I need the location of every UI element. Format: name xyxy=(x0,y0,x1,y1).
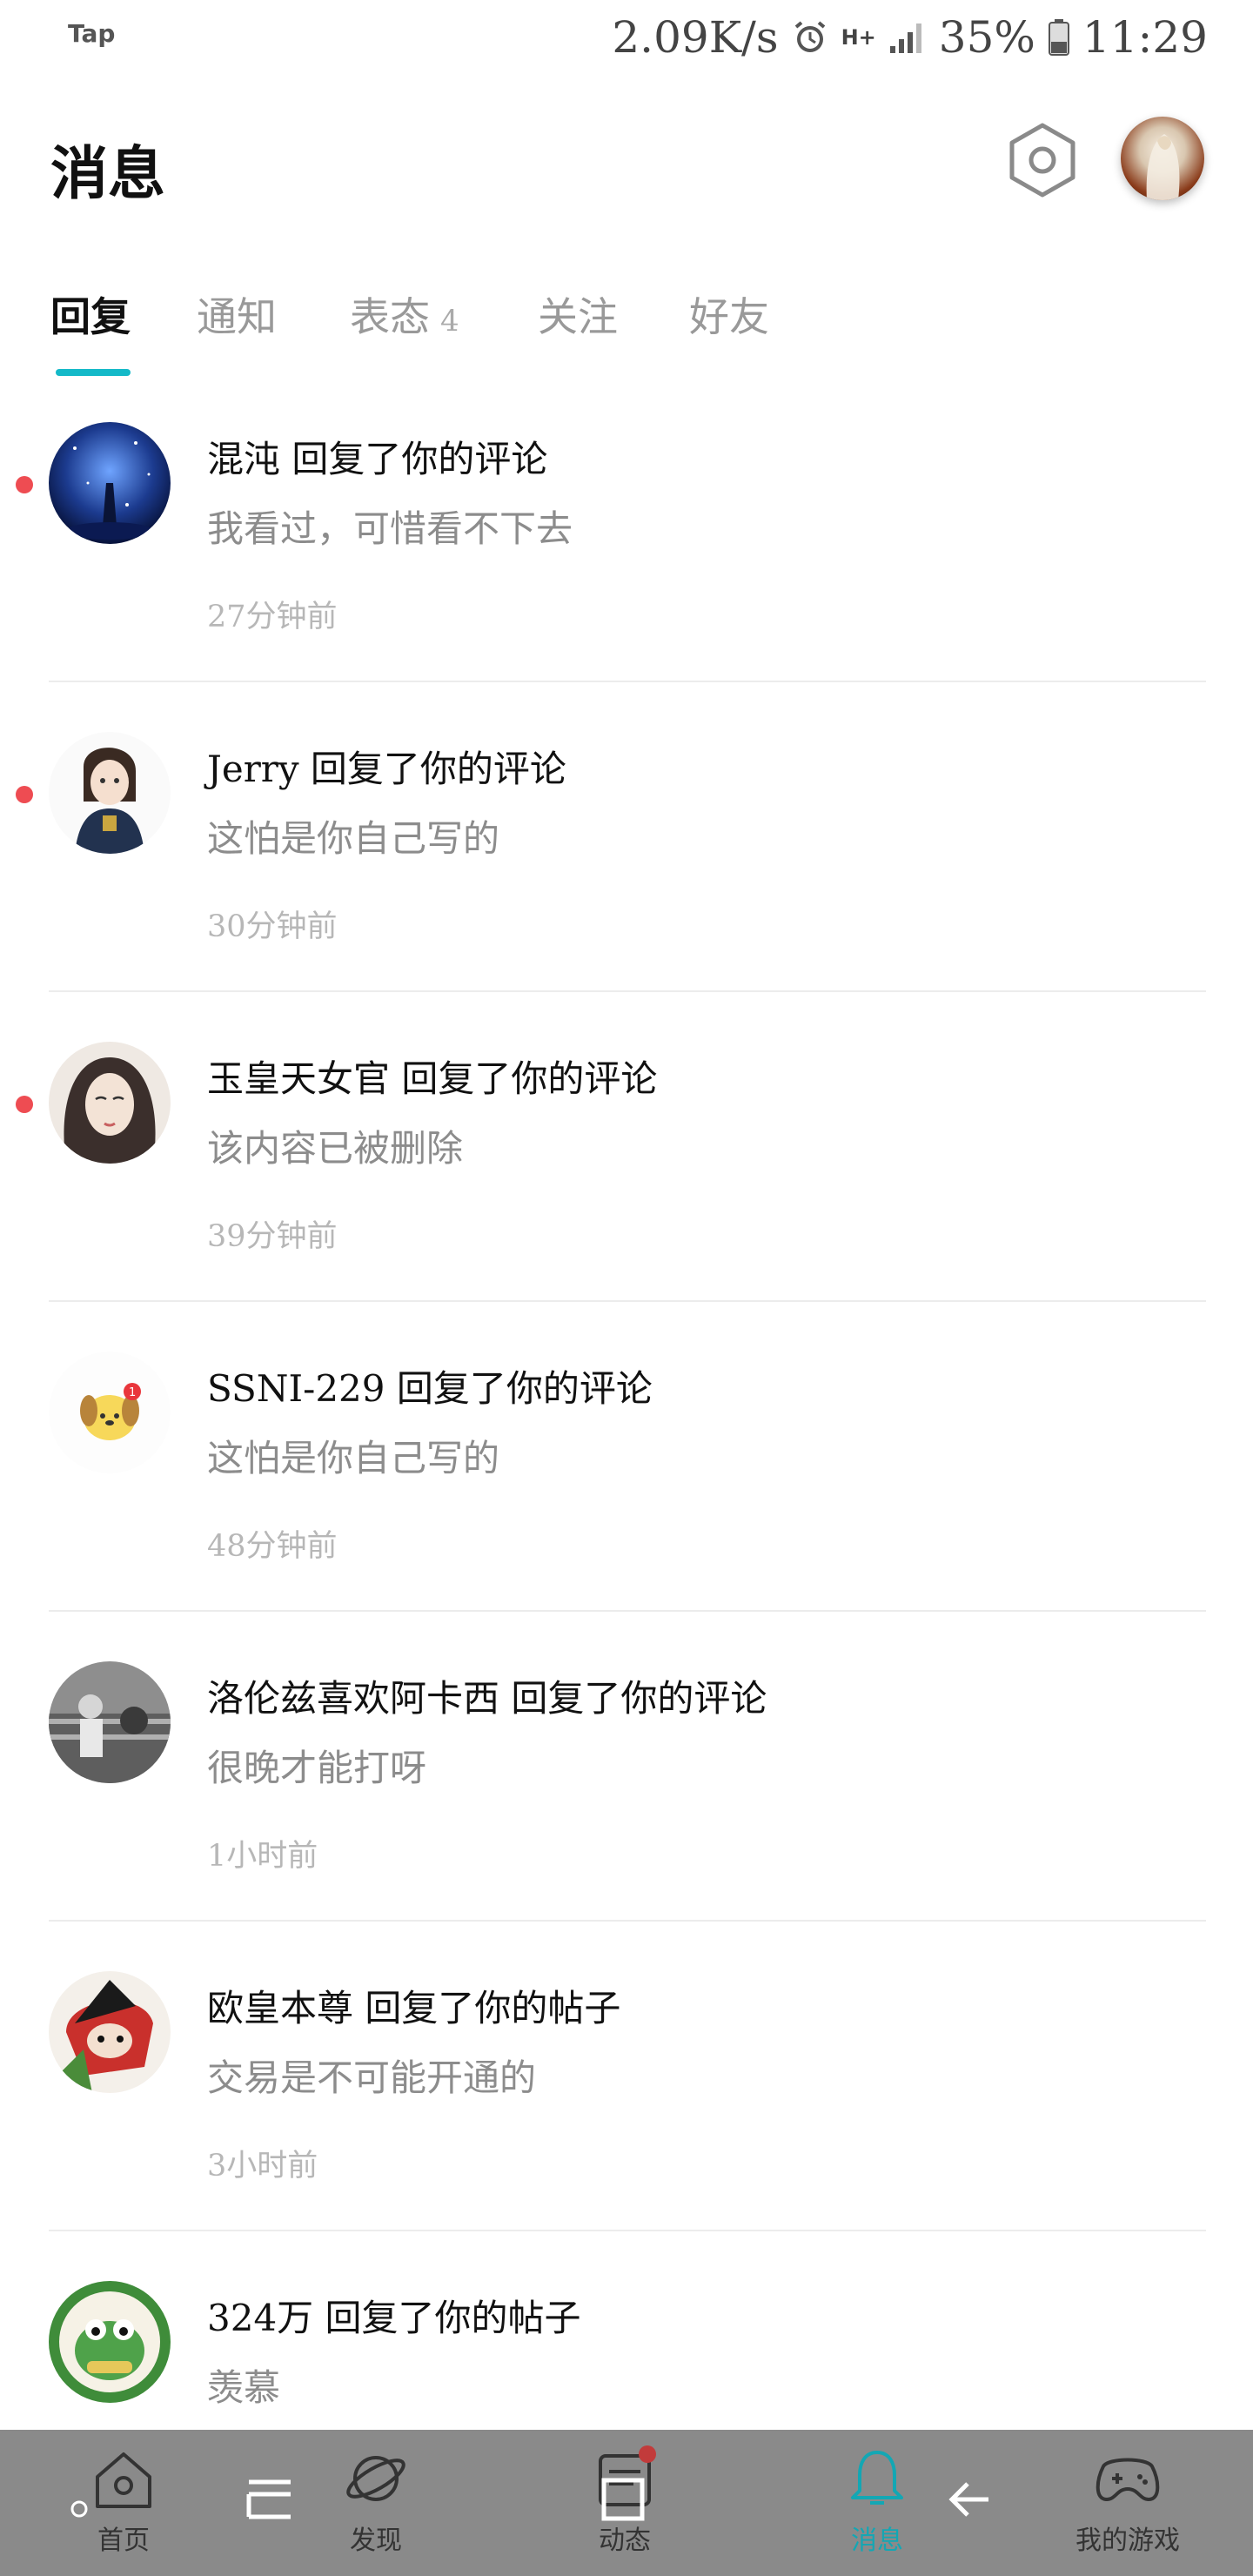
message-content: 羡慕 xyxy=(207,2366,281,2409)
message-title: 欧皇本尊 回复了你的帖子 xyxy=(207,1987,621,2029)
unread-dot xyxy=(16,786,33,803)
home-dot-icon[interactable] xyxy=(70,2499,89,2519)
message-content: 我看过，可惜看不下去 xyxy=(207,507,573,550)
overview-square-icon[interactable] xyxy=(597,2473,653,2526)
settings-button[interactable] xyxy=(999,117,1086,204)
message-time: 39分钟前 xyxy=(207,1219,338,1254)
nav-label: 首页 xyxy=(97,2526,150,2556)
divider xyxy=(49,1920,1206,1922)
tab-reply[interactable]: 回复 xyxy=(50,285,131,343)
tab-label: 回复 xyxy=(50,293,131,340)
home-icon xyxy=(96,2452,151,2508)
list-item[interactable]: 欧皇本尊 回复了你的帖子 交易是不可能开通的 3小时前 xyxy=(0,1932,1253,2242)
list-item[interactable]: 玉皇天女官 回复了你的评论 该内容已被删除 39分钟前 xyxy=(0,1003,1253,1312)
avatar: 1 xyxy=(49,1352,171,1473)
user-avatar-button[interactable] xyxy=(1121,117,1204,200)
unread-dot xyxy=(16,476,33,493)
avatar xyxy=(49,422,171,544)
avatar xyxy=(49,2281,171,2403)
back-icon[interactable] xyxy=(945,2473,1001,2526)
message-time: 3小时前 xyxy=(207,2149,318,2184)
tab-label: 表态 xyxy=(350,293,430,340)
list-item[interactable]: 洛伦兹喜欢阿卡西 回复了你的评论 很晚才能打呀 1小时前 xyxy=(0,1622,1253,1932)
tab-follow[interactable]: 关注 xyxy=(538,285,618,343)
avatar xyxy=(1146,134,1180,200)
divider xyxy=(49,1610,1206,1612)
active-tab-indicator xyxy=(56,369,131,376)
battery-percent: 35% xyxy=(938,12,1035,63)
message-title: SSNI-229 回复了你的评论 xyxy=(207,1367,653,1410)
clock: 11:29 xyxy=(1082,12,1208,63)
page-header: 消息 xyxy=(0,96,1253,226)
tab-reactions[interactable]: 表态 4 xyxy=(350,285,459,343)
status-app-label: Tap xyxy=(68,19,116,48)
battery-icon xyxy=(1048,18,1070,57)
message-title: 洛伦兹喜欢阿卡西 回复了你的评论 xyxy=(207,1677,767,1720)
message-title: Jerry 回复了你的评论 xyxy=(207,748,566,790)
unread-dot xyxy=(16,1096,33,1113)
list-item[interactable]: Jerry 回复了你的评论 这怕是你自己写的 30分钟前 xyxy=(0,693,1253,1003)
message-time: 27分钟前 xyxy=(207,600,338,634)
alarm-icon xyxy=(791,18,829,57)
svg-text:1: 1 xyxy=(129,1386,136,1399)
avatar xyxy=(49,1661,171,1783)
divider xyxy=(49,1300,1206,1302)
tab-friends[interactable]: 好友 xyxy=(689,285,769,343)
message-content: 这怕是你自己写的 xyxy=(207,1437,500,1479)
nav-messages[interactable]: 消息 xyxy=(799,2438,955,2569)
nav-label: 消息 xyxy=(851,2526,903,2556)
message-title: 混沌 回复了你的评论 xyxy=(207,438,548,480)
signal-type: H+ xyxy=(841,25,876,50)
message-time: 1小时前 xyxy=(207,1839,318,1874)
avatar xyxy=(49,1971,171,2093)
status-bar: Tap 2.09K/s H+ 35% 11:29 xyxy=(0,0,1253,75)
message-content: 该内容已被删除 xyxy=(207,1127,464,1170)
list-item[interactable]: 1 SSNI-229 回复了你的评论 这怕是你自己写的 48分钟前 xyxy=(0,1312,1253,1622)
message-tabs: 回复 通知 表态 4 关注 好友 xyxy=(0,277,1253,381)
settings-icon xyxy=(1009,123,1075,198)
nav-label: 发现 xyxy=(350,2526,402,2556)
nav-my-games[interactable]: 我的游戏 xyxy=(1049,2438,1206,2569)
message-title: 玉皇天女官 回复了你的评论 xyxy=(207,1057,658,1100)
message-time: 30分钟前 xyxy=(207,909,338,944)
recent-apps-icon[interactable] xyxy=(242,2473,298,2526)
nav-label: 我的游戏 xyxy=(1075,2526,1180,2556)
gamepad-icon xyxy=(1096,2458,1160,2502)
bell-icon xyxy=(851,2451,903,2505)
tab-label: 好友 xyxy=(689,293,769,340)
tab-label: 关注 xyxy=(538,293,618,340)
message-content: 这怕是你自己写的 xyxy=(207,817,500,860)
tab-count-badge: 4 xyxy=(440,304,459,339)
divider xyxy=(49,681,1206,682)
status-right-group: 2.09K/s H+ 35% 11:29 xyxy=(612,9,1208,66)
tab-label: 通知 xyxy=(197,293,277,340)
tab-notice[interactable]: 通知 xyxy=(197,285,277,343)
nav-discover[interactable]: 发现 xyxy=(298,2438,454,2569)
message-content: 交易是不可能开通的 xyxy=(207,2056,537,2099)
page-title: 消息 xyxy=(50,139,165,207)
network-speed: 2.09K/s xyxy=(612,12,779,63)
avatar xyxy=(49,732,171,854)
planet-icon xyxy=(346,2456,405,2501)
divider xyxy=(49,2230,1206,2231)
message-content: 很晚才能打呀 xyxy=(207,1747,427,1789)
message-time: 48分钟前 xyxy=(207,1529,338,1564)
signal-icon xyxy=(888,20,927,55)
avatar xyxy=(49,1042,171,1164)
message-title: 324万 回复了你的帖子 xyxy=(207,2297,581,2339)
list-item[interactable]: 混沌 回复了你的评论 我看过，可惜看不下去 27分钟前 xyxy=(0,383,1253,693)
divider xyxy=(49,990,1206,992)
nav-home[interactable]: 首页 xyxy=(45,2438,202,2569)
bottom-navigation: 首页 发现 动态 消息 我的游戏 xyxy=(0,2430,1253,2576)
